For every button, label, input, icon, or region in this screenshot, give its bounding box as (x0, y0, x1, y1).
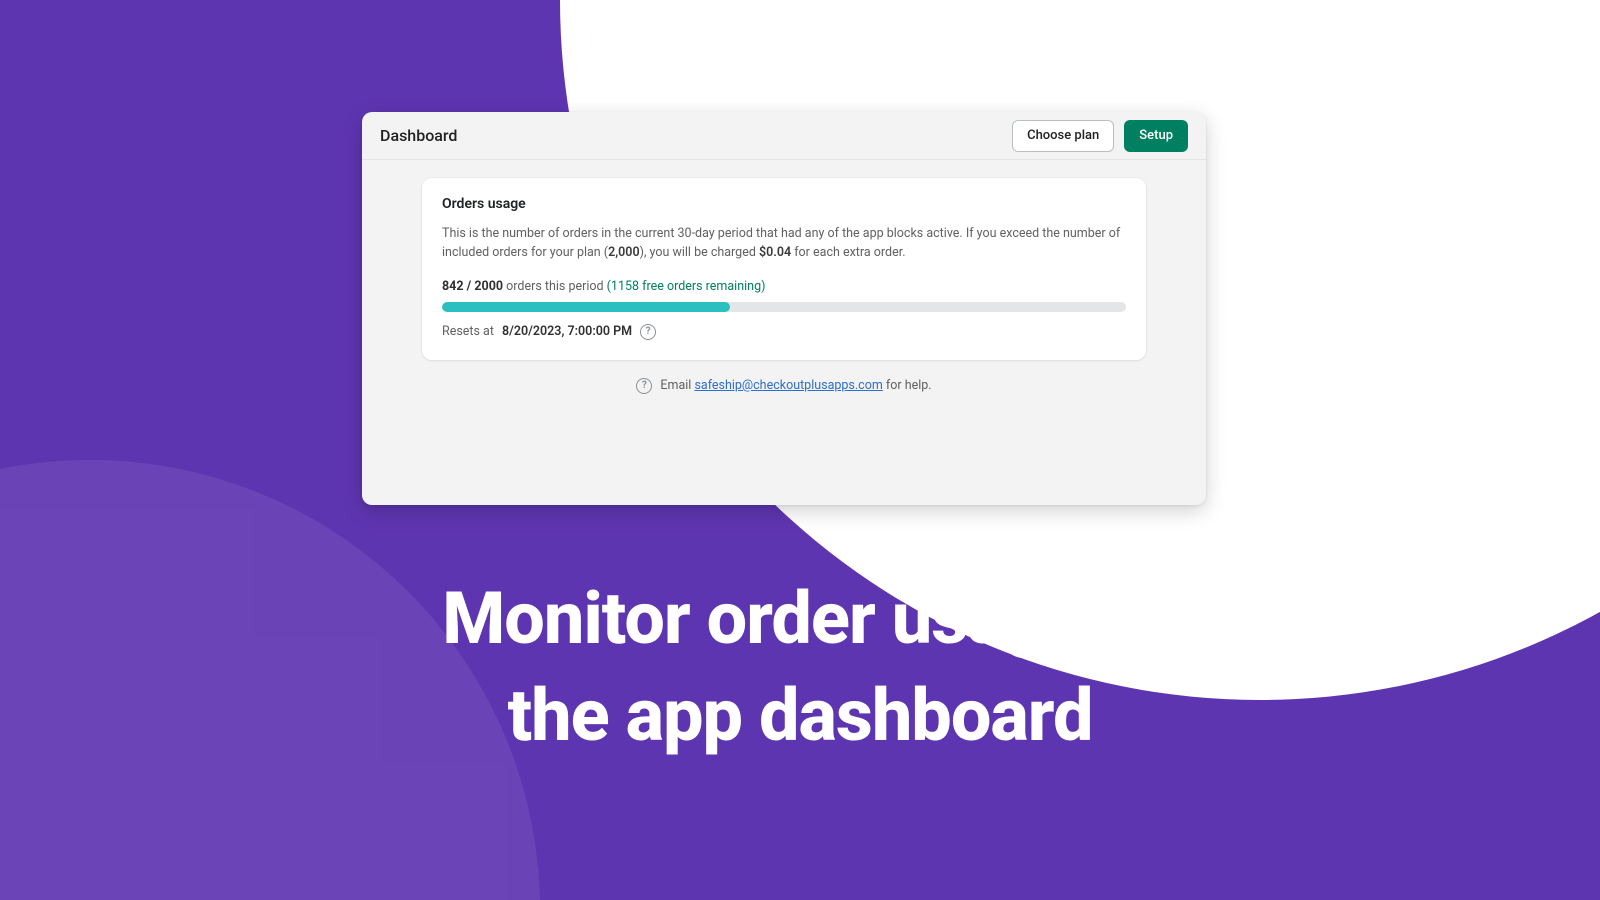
reset-prefix: Resets at (442, 324, 494, 339)
help-prefix: Email (660, 378, 694, 393)
help-icon: ? (636, 378, 652, 394)
help-suffix: for help. (883, 378, 932, 393)
reset-row: Resets at 8/20/2023, 7:00:00 PM ? (442, 324, 1126, 340)
usage-count-line: 842 / 2000 orders this period (1158 free… (442, 279, 1126, 294)
headline-line-1: Monitor order usage in (0, 570, 1600, 667)
usage-progress-fill (442, 302, 730, 312)
plan-limit: 2,000 (608, 245, 640, 260)
choose-plan-button[interactable]: Choose plan (1012, 120, 1114, 152)
marketing-slide: Dashboard Choose plan Setup Orders usage… (0, 0, 1600, 900)
reset-datetime: 8/20/2023, 7:00:00 PM (502, 324, 632, 339)
dashboard-panel: Dashboard Choose plan Setup Orders usage… (362, 112, 1206, 505)
page-title: Dashboard (380, 126, 457, 145)
help-email-link[interactable]: safeship@checkoutplusapps.com (694, 378, 882, 393)
help-tooltip-icon[interactable]: ? (640, 324, 656, 340)
usage-count-suffix: orders this period (503, 279, 603, 294)
card-title: Orders usage (442, 196, 1126, 212)
usage-remaining: (1158 free orders remaining) (607, 279, 766, 294)
header-actions: Choose plan Setup (1012, 120, 1188, 152)
help-row: ? Email safeship@checkoutplusapps.com fo… (362, 378, 1206, 394)
usage-progress-bar (442, 302, 1126, 312)
desc-text-post: for each extra order. (791, 245, 905, 260)
marketing-headline: Monitor order usage in the app dashboard (0, 570, 1600, 764)
dashboard-header: Dashboard Choose plan Setup (362, 112, 1206, 160)
extra-charge: $0.04 (759, 245, 791, 260)
headline-line-2: the app dashboard (0, 667, 1600, 764)
card-description: This is the number of orders in the curr… (442, 224, 1126, 263)
help-text: Email safeship@checkoutplusapps.com for … (660, 378, 931, 393)
orders-usage-card: Orders usage This is the number of order… (422, 178, 1146, 360)
setup-button[interactable]: Setup (1124, 120, 1188, 152)
desc-text-mid: ), you will be charged (640, 245, 759, 260)
usage-count: 842 / 2000 (442, 279, 503, 294)
